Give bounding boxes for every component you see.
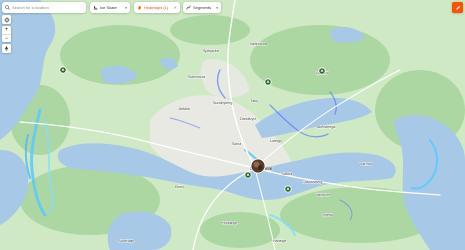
heatmaps-dropdown[interactable]: Heatmaps (1) ✕ <box>134 2 180 13</box>
my-location-button[interactable] <box>2 15 11 24</box>
place-label[interactable]: Solna <box>232 142 242 147</box>
compass-button[interactable] <box>2 44 11 53</box>
route-builder-button[interactable] <box>452 2 463 13</box>
zoom-out-button[interactable]: − <box>2 34 11 43</box>
flame-icon <box>138 5 141 10</box>
place-label[interactable]: Järfälla <box>178 107 190 112</box>
segments-label: Segments <box>193 5 212 10</box>
zoom-control: + − <box>2 26 11 42</box>
place-label[interactable]: Sundbyberg <box>213 101 233 106</box>
segments-dropdown[interactable]: Segments ▾ <box>183 2 221 13</box>
photo-pin[interactable] <box>250 158 266 174</box>
place-label[interactable]: Täby <box>250 99 259 104</box>
chevron-down-icon: ▾ <box>125 5 127 10</box>
tree-pin[interactable] <box>244 171 252 179</box>
search-input[interactable] <box>10 5 82 10</box>
place-label[interactable]: Vallentuna <box>250 42 268 47</box>
place-label[interactable]: Nacka <box>282 172 293 177</box>
place-label[interactable]: Södertälje <box>118 239 135 244</box>
tree-pin[interactable] <box>264 78 272 86</box>
place-label[interactable]: Danderyd <box>240 117 256 122</box>
place-label[interactable]: Sjöbjacka <box>203 49 219 54</box>
place-label[interactable]: Haninge <box>273 239 287 244</box>
place-label[interactable]: Åkersberga <box>317 124 336 130</box>
place-label[interactable]: Vaxholm <box>316 193 331 198</box>
map-canvas[interactable]: Sjöbjacka Ljusterö Vallentuna Sollentuna… <box>0 0 465 250</box>
crosshair-icon <box>3 16 10 23</box>
heatmaps-label: Heatmaps (1) <box>144 5 169 10</box>
sport-label: Ice Skate <box>100 5 117 10</box>
place-label[interactable]: Ekerö <box>175 185 185 190</box>
ice-skate-icon <box>93 6 98 10</box>
segments-icon <box>186 5 191 10</box>
zoom-in-button[interactable]: + <box>2 26 11 34</box>
pencil-icon <box>455 5 460 10</box>
place-label[interactable]: Sollentuna <box>188 75 206 80</box>
place-label[interactable]: Tyresö <box>322 213 334 218</box>
place-label[interactable]: Lidingö <box>270 139 282 144</box>
tree-pin[interactable] <box>59 66 67 74</box>
compass-icon <box>5 45 8 52</box>
tree-pin[interactable] <box>284 185 292 193</box>
sport-dropdown[interactable]: Ice Skate ▾ <box>90 2 130 13</box>
chevron-down-icon: ▾ <box>216 5 218 10</box>
place-label[interactable]: Gustavsberg <box>302 180 323 185</box>
tree-pin[interactable] <box>318 67 326 75</box>
place-label[interactable]: Värmdö <box>360 162 373 167</box>
place-label[interactable]: Huddinge <box>222 221 238 226</box>
search-box[interactable] <box>2 2 86 13</box>
clear-heatmaps-icon[interactable]: ✕ <box>174 5 177 10</box>
